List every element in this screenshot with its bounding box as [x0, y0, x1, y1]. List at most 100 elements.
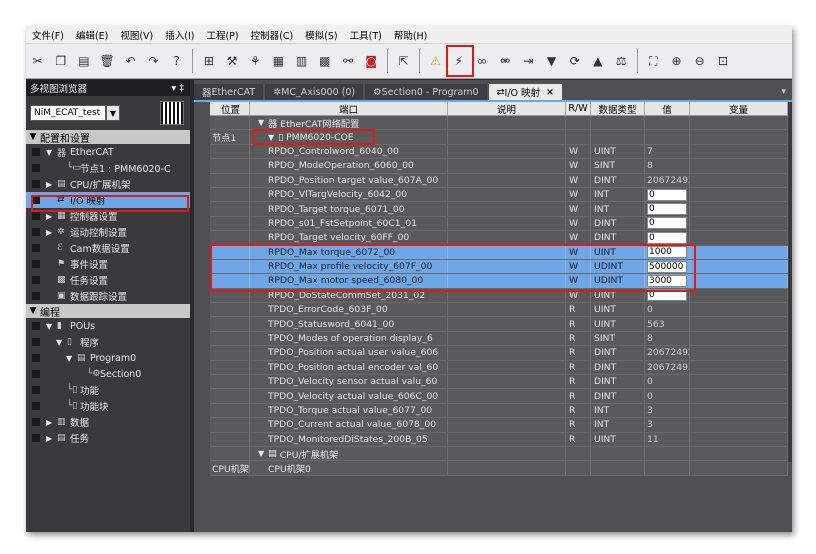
- expand-arrow-icon[interactable]: ▶: [46, 228, 57, 237]
- tree-item-cam-data[interactable]: ℰ Cam数据设置: [26, 240, 190, 256]
- table-row[interactable]: TPDO_Position actual user value_606 R DINT…: [210, 346, 788, 361]
- table-row[interactable]: RPDO_Target torque_6071_00 W INT 0: [210, 202, 788, 217]
- menu-item-2[interactable]: 视图(V): [114, 28, 159, 42]
- menu-item-4[interactable]: 工程(P): [200, 28, 244, 42]
- undo-icon[interactable]: ↶: [120, 50, 140, 72]
- copy-icon[interactable]: ❐: [51, 50, 71, 72]
- section-config-settings[interactable]: ▼ 配置和设置: [26, 130, 190, 145]
- cell-value[interactable]: 0: [645, 216, 690, 231]
- tab-section[interactable]: ⚙ Section0 - Program0: [365, 84, 487, 100]
- value-input[interactable]: 3000: [647, 274, 687, 287]
- network-row[interactable]: ▼ 器 EtherCAT网络配置: [210, 116, 788, 131]
- tree-item-ethercat[interactable]: ▼ 器 EtherCAT: [26, 144, 190, 160]
- tab-io-map[interactable]: ⇄ I/O 映射 ×: [488, 84, 562, 100]
- collapse-arrow-icon[interactable]: ▼: [258, 118, 264, 127]
- col-rw[interactable]: R/W: [566, 102, 591, 115]
- transfer-icon[interactable]: ⇥: [518, 50, 538, 72]
- grid-scrollbar[interactable]: [788, 102, 792, 462]
- binoculars-icon[interactable]: ⚯: [338, 50, 358, 72]
- tree-item-cpu-rack[interactable]: ▶ ▤ CPU/扩展机架: [26, 176, 190, 192]
- table-row[interactable]: TPDO_Velocity actual value_606C_00 R DINT 0: [210, 389, 788, 404]
- table-row[interactable]: RPDO_Controlword_6040_00 W UINT 7: [210, 144, 788, 160]
- upload-icon[interactable]: ▲: [588, 50, 608, 72]
- col-value[interactable]: 值: [645, 102, 690, 116]
- value-input[interactable]: 0: [647, 289, 687, 302]
- col-datatype[interactable]: 数据类型: [591, 102, 645, 116]
- cell-value[interactable]: 0: [645, 288, 690, 303]
- menu-item-6[interactable]: 模拟(S): [299, 28, 343, 42]
- download-icon[interactable]: ▼: [542, 50, 562, 72]
- collapse-arrow-icon[interactable]: ▼: [46, 148, 57, 157]
- table-row[interactable]: TPDO_Position actual encoder val_60 R DINT…: [210, 360, 788, 376]
- table-row[interactable]: RPDO_s01_FstSetpoint_60C1_01 W DINT 0: [210, 216, 788, 232]
- controller-icon[interactable]: ▩: [315, 50, 335, 72]
- compare-icon[interactable]: ⚖: [611, 50, 631, 72]
- crossref-icon[interactable]: ▥: [292, 50, 312, 72]
- tab-list-dropdown-icon[interactable]: ▾: [781, 84, 792, 100]
- tab-ethercat[interactable]: 器 EtherCAT: [194, 84, 264, 100]
- value-input[interactable]: 0: [647, 231, 687, 244]
- cell-value[interactable]: 0: [645, 187, 690, 202]
- expand-arrow-icon[interactable]: ▶: [46, 434, 57, 443]
- value-input[interactable]: 1000: [647, 246, 687, 259]
- cpu-section-row[interactable]: ▼ ▤ CPU/扩展机架: [210, 446, 788, 462]
- table-row[interactable]: TPDO_Current actual value_6078_00 R INT 3: [210, 418, 788, 433]
- col-description[interactable]: 说明: [448, 102, 566, 116]
- table-row[interactable]: TPDO_ErrorCode_603F_00 R UINT 0: [210, 303, 788, 318]
- help-book-icon[interactable]: ?: [167, 50, 187, 72]
- table-row[interactable]: RPDO_Max profile velocity_607F_00 W UDINT 5…: [210, 259, 788, 275]
- value-input[interactable]: 0: [647, 217, 687, 230]
- table-row[interactable]: TPDO_Velocity sensor actual valu_60 R DINT…: [210, 375, 788, 390]
- tree-item-pous[interactable]: ▼ ▮ POUs: [26, 318, 190, 334]
- tree-item-function-block[interactable]: └▯ 功能块: [26, 398, 190, 414]
- tree-item-controller-settings[interactable]: ▶ ▦ 控制器设置: [26, 208, 190, 224]
- sync-icon[interactable]: ⚡: [449, 50, 469, 72]
- tree-item-section[interactable]: └⚙ Section0: [26, 366, 190, 382]
- menu-item-7[interactable]: 工具(T): [344, 28, 388, 42]
- collapse-arrow-icon[interactable]: ▼: [66, 354, 77, 363]
- col-variable[interactable]: 变量: [690, 102, 788, 116]
- zoom-in-icon[interactable]: ⊕: [666, 50, 686, 72]
- collapse-arrow-icon[interactable]: ▼: [26, 132, 40, 142]
- barcode-icon[interactable]: [160, 101, 184, 125]
- table-row[interactable]: RPDO_VlTargVelocity_6042_00 W INT 0: [210, 187, 788, 203]
- menu-item-0[interactable]: 文件(F): [26, 28, 70, 42]
- link-icon[interactable]: ∞: [472, 50, 492, 72]
- reset-icon[interactable]: ⟳: [565, 50, 585, 72]
- pin-icon[interactable]: ▾ ‡: [171, 83, 184, 94]
- cpu-rack-row[interactable]: CPU机架 CPU机架0: [210, 461, 788, 476]
- value-input[interactable]: 500000: [647, 260, 687, 273]
- node-row[interactable]: 节点1 ▼ ▯ PMM6020-COE: [210, 130, 788, 145]
- expand-arrow-icon[interactable]: ▶: [46, 180, 57, 189]
- col-port[interactable]: 端口: [250, 102, 448, 116]
- table-row[interactable]: TPDO_Torque actual value_6077_00 R INT 3: [210, 403, 788, 419]
- redo-icon[interactable]: ↷: [144, 50, 164, 72]
- collapse-arrow-icon[interactable]: ▼: [26, 306, 40, 316]
- table-row[interactable]: RPDO_ModeOperation_6060_00 W SINT 8: [210, 159, 788, 174]
- cell-value[interactable]: 3000: [645, 274, 690, 288]
- delete-icon[interactable]: 🗑: [97, 50, 117, 72]
- expand-arrow-icon[interactable]: ▶: [46, 418, 57, 427]
- tree-item-trace[interactable]: ▣ 数据跟踪设置: [26, 288, 190, 304]
- wrench-icon[interactable]: ⚒: [222, 50, 242, 72]
- table-row[interactable]: RPDO_Position target value_607A_00 W DINT 2…: [210, 173, 788, 188]
- table-row[interactable]: RPDO_Max motor speed_6080_00 W UDINT 3000: [210, 274, 788, 289]
- cell-value[interactable]: 0: [645, 231, 690, 245]
- tree-item-program[interactable]: ▼ ▤ Program0: [26, 350, 190, 366]
- table-row[interactable]: RPDO_DoStateCommSet_2031_02 W UINT 0: [210, 288, 788, 304]
- cell-value[interactable]: 500000: [645, 259, 690, 274]
- menu-item-5[interactable]: 控制器(C): [245, 28, 300, 42]
- value-input[interactable]: 0: [647, 188, 687, 201]
- col-position[interactable]: 位置: [210, 102, 250, 116]
- table-row[interactable]: TPDO_MonitoredDiStates_200B_05 R UINT 11: [210, 432, 788, 447]
- collapse-arrow-icon[interactable]: ▼: [258, 449, 264, 458]
- table-row[interactable]: RPDO_Max torque_6072_00 W UINT 1000: [210, 245, 788, 260]
- expand-arrow-icon[interactable]: ▶: [46, 212, 57, 221]
- tree-item-function[interactable]: └▯ 功能: [26, 382, 190, 398]
- cut-icon[interactable]: ✂: [28, 50, 48, 72]
- tree-item-program-folder[interactable]: ▼ ▯ 程序: [26, 334, 190, 350]
- tree-item-motion-settings[interactable]: ▶ ✲ 运动控制设置: [26, 224, 190, 240]
- menu-item-8[interactable]: 帮助(H): [388, 28, 434, 42]
- tab-axis[interactable]: ✲ MC_Axis000 (0): [265, 84, 364, 100]
- warning-icon[interactable]: ⚠: [426, 50, 446, 72]
